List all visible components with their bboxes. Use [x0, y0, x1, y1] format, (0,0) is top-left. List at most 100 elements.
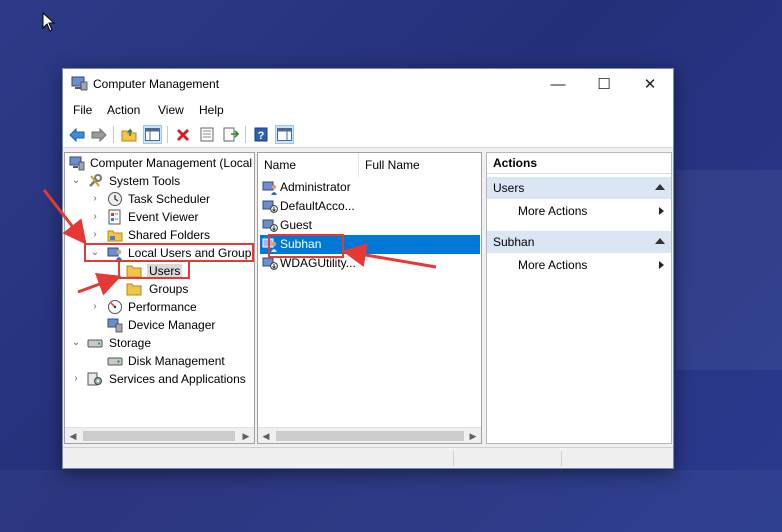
event-viewer-icon	[108, 209, 121, 225]
tree-item-system-tools[interactable]: ⌄ System Tools	[65, 172, 254, 190]
menu-view[interactable]: View	[158, 103, 184, 117]
toolbar: ?	[63, 121, 673, 148]
maximize-button[interactable]: ☐	[581, 69, 627, 99]
tree-item-services-and-applications[interactable]: › Services and Applications	[65, 370, 254, 388]
scroll-right-icon[interactable]: ▶	[466, 430, 480, 442]
submenu-arrow-icon	[659, 207, 664, 215]
tree-item-performance[interactable]: › Performance	[65, 298, 254, 316]
desktop-decoration	[0, 470, 782, 532]
properties-icon	[200, 127, 213, 142]
actions-title: Actions	[487, 153, 671, 174]
tree-horizontal-scrollbar[interactable]: ◀ ▶	[65, 427, 254, 443]
shared-folder-icon	[107, 230, 123, 242]
list-item[interactable]: Administrator	[260, 178, 480, 197]
help-button[interactable]: ?	[251, 125, 270, 144]
actions-section-label: Subhan	[493, 235, 535, 249]
svg-text:?: ?	[257, 130, 264, 142]
collapse-up-icon[interactable]	[655, 184, 665, 190]
help-icon: ?	[254, 127, 267, 142]
task-scheduler-icon	[108, 192, 122, 206]
window-title: Computer Management	[93, 77, 220, 91]
tree-label: Shared Folders	[128, 228, 211, 242]
computer-management-icon	[69, 156, 85, 171]
disk-management-icon	[107, 357, 123, 366]
tree-item-disk-management[interactable]: Disk Management	[65, 352, 254, 370]
actions-section-subhan[interactable]: Subhan	[487, 231, 671, 253]
delete-icon	[176, 128, 189, 141]
delete-button[interactable]	[173, 125, 192, 144]
list-item[interactable]: DefaultAcco...	[260, 197, 480, 216]
list-item-label: WDAGUtility...	[280, 256, 356, 270]
status-bar	[63, 447, 673, 468]
tree-label: Event Viewer	[128, 210, 199, 224]
export-list-icon	[223, 127, 239, 142]
tree-label: Services and Applications	[109, 372, 246, 386]
scroll-left-icon[interactable]: ◀	[259, 430, 273, 442]
list-item-label: Guest	[280, 218, 313, 232]
tree-item-task-scheduler[interactable]: › Task Scheduler	[65, 190, 254, 208]
menu-file[interactable]: File	[73, 103, 92, 117]
scroll-thumb[interactable]	[83, 431, 235, 441]
scroll-left-icon[interactable]: ◀	[66, 430, 80, 442]
show-hide-tree-icon	[145, 128, 160, 141]
submenu-arrow-icon	[659, 261, 664, 269]
menu-action[interactable]: Action	[107, 103, 140, 117]
disabled-user-account-icon	[262, 257, 278, 270]
system-tools-icon	[89, 174, 102, 187]
more-actions-users[interactable]: More Actions	[487, 200, 671, 222]
tree-label: Task Scheduler	[128, 192, 211, 206]
forward-button[interactable]	[89, 125, 108, 144]
scroll-thumb[interactable]	[276, 431, 464, 441]
tree-item-device-manager[interactable]: Device Manager	[65, 316, 254, 334]
chevron-down-icon[interactable]: ⌄	[71, 176, 81, 186]
tree-label: Groups	[149, 282, 189, 296]
up-folder-icon	[121, 128, 136, 142]
desktop-decoration	[676, 170, 782, 370]
console-tree-pane: Computer Management (Local ⌄ System Tool…	[64, 152, 255, 444]
disabled-user-account-icon	[262, 200, 278, 213]
chevron-right-icon[interactable]: ›	[71, 374, 81, 384]
disabled-user-account-icon	[262, 219, 278, 232]
properties-button[interactable]	[197, 125, 216, 144]
back-button[interactable]	[67, 125, 86, 144]
close-button[interactable]: ✕	[627, 69, 673, 99]
chevron-right-icon[interactable]: ›	[90, 302, 100, 312]
collapse-up-icon[interactable]	[655, 238, 665, 244]
export-list-button[interactable]	[221, 125, 240, 144]
scroll-right-icon[interactable]: ▶	[239, 430, 253, 442]
actions-section-users[interactable]: Users	[487, 177, 671, 199]
actions-section-label: Users	[493, 181, 525, 195]
show-hide-action-pane-button[interactable]	[275, 125, 294, 144]
tree-item-storage[interactable]: ⌄ Storage	[65, 334, 254, 352]
menu-help[interactable]: Help	[199, 103, 224, 117]
show-hide-console-tree-button[interactable]	[143, 125, 162, 144]
forward-arrow-icon	[91, 127, 107, 142]
minimize-button[interactable]: —	[535, 69, 581, 99]
tree-label: Storage	[109, 336, 152, 350]
list-horizontal-scrollbar[interactable]: ◀ ▶	[258, 427, 481, 443]
tree-item-shared-folders[interactable]: › Shared Folders	[65, 226, 254, 244]
mouse-cursor-icon	[42, 12, 56, 32]
chevron-right-icon[interactable]: ›	[90, 230, 100, 240]
tree-item-event-viewer[interactable]: › Event Viewer	[65, 208, 254, 226]
chevron-right-icon[interactable]: ›	[90, 212, 100, 222]
tree-item-computer-management[interactable]: Computer Management (Local	[65, 154, 254, 172]
more-actions-subhan[interactable]: More Actions	[487, 254, 671, 276]
menu-bar: File Action View Help	[63, 99, 673, 121]
column-header-full-name[interactable]: Full Name	[359, 153, 481, 177]
more-actions-label: More Actions	[518, 204, 588, 218]
performance-icon	[108, 300, 122, 314]
highlight-subhan-user	[268, 234, 344, 258]
show-action-pane-icon	[277, 128, 292, 141]
tree-item-groups[interactable]: Groups	[65, 280, 254, 298]
list-item[interactable]: Guest	[260, 216, 480, 235]
list-item-label: Administrator	[280, 180, 351, 194]
tree-label: Performance	[128, 300, 197, 314]
title-bar[interactable]: Computer Management — ☐ ✕	[63, 69, 673, 99]
column-header-name[interactable]: Name	[258, 153, 359, 177]
computer-management-app-icon	[71, 76, 88, 91]
chevron-right-icon[interactable]: ›	[90, 194, 100, 204]
up-one-level-button[interactable]	[119, 125, 138, 144]
storage-icon	[87, 339, 103, 348]
chevron-down-icon[interactable]: ⌄	[71, 338, 81, 348]
